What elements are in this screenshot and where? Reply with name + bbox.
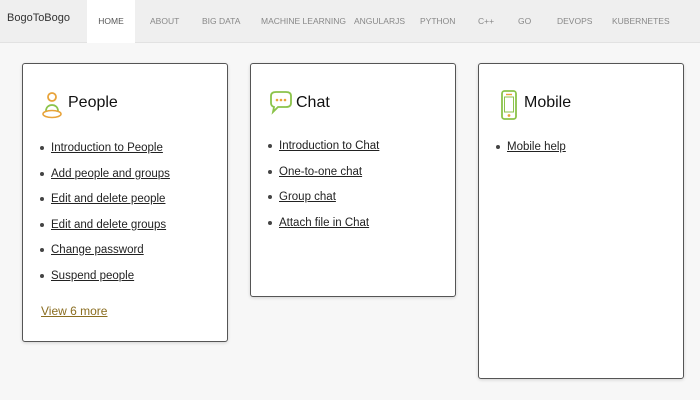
- people-link[interactable]: Suspend people: [51, 268, 134, 284]
- chat-bubble-icon: [270, 91, 292, 115]
- mobile-title: Mobile: [524, 94, 572, 111]
- nav-item-python[interactable]: PYTHON: [420, 0, 455, 43]
- people-link[interactable]: Add people and groups: [51, 166, 170, 182]
- top-navbar: BogoToBogo HOME ABOUT BIG DATA MACHINE L…: [0, 0, 700, 43]
- chat-link[interactable]: One-to-one chat: [279, 164, 362, 180]
- brand-logo[interactable]: BogoToBogo: [7, 12, 70, 24]
- people-link[interactable]: Introduction to People: [51, 140, 163, 156]
- people-card: People Introduction to People Add people…: [22, 63, 228, 342]
- people-link[interactable]: Edit and delete groups: [51, 217, 166, 233]
- chat-link[interactable]: Group chat: [279, 189, 336, 205]
- nav-item-machine-learning[interactable]: MACHINE LEARNING: [261, 0, 346, 43]
- people-title: People: [68, 94, 118, 111]
- person-icon: [42, 92, 62, 119]
- view-more-link[interactable]: View 6 more: [41, 304, 107, 318]
- nav-item-devops[interactable]: DEVOPS: [557, 0, 592, 43]
- chat-card: Chat Introduction to Chat One-to-one cha…: [250, 63, 456, 297]
- mobile-link[interactable]: Mobile help: [507, 139, 566, 155]
- mobile-card: Mobile Mobile help: [478, 63, 684, 379]
- nav-item-big-data[interactable]: BIG DATA: [202, 0, 240, 43]
- nav-item-kubernetes[interactable]: KUBERNETES: [612, 0, 670, 43]
- nav-item-cpp[interactable]: C++: [478, 0, 494, 43]
- people-link[interactable]: Edit and delete people: [51, 191, 165, 207]
- nav-item-home[interactable]: HOME: [87, 0, 135, 43]
- mobile-phone-icon: [501, 90, 517, 120]
- nav-item-go[interactable]: GO: [518, 0, 531, 43]
- nav-item-about[interactable]: ABOUT: [150, 0, 179, 43]
- chat-link[interactable]: Attach file in Chat: [279, 215, 369, 231]
- chat-link[interactable]: Introduction to Chat: [279, 138, 379, 154]
- people-link[interactable]: Change password: [51, 242, 144, 258]
- chat-title: Chat: [296, 94, 330, 111]
- nav-item-angularjs[interactable]: ANGULARJS: [354, 0, 405, 43]
